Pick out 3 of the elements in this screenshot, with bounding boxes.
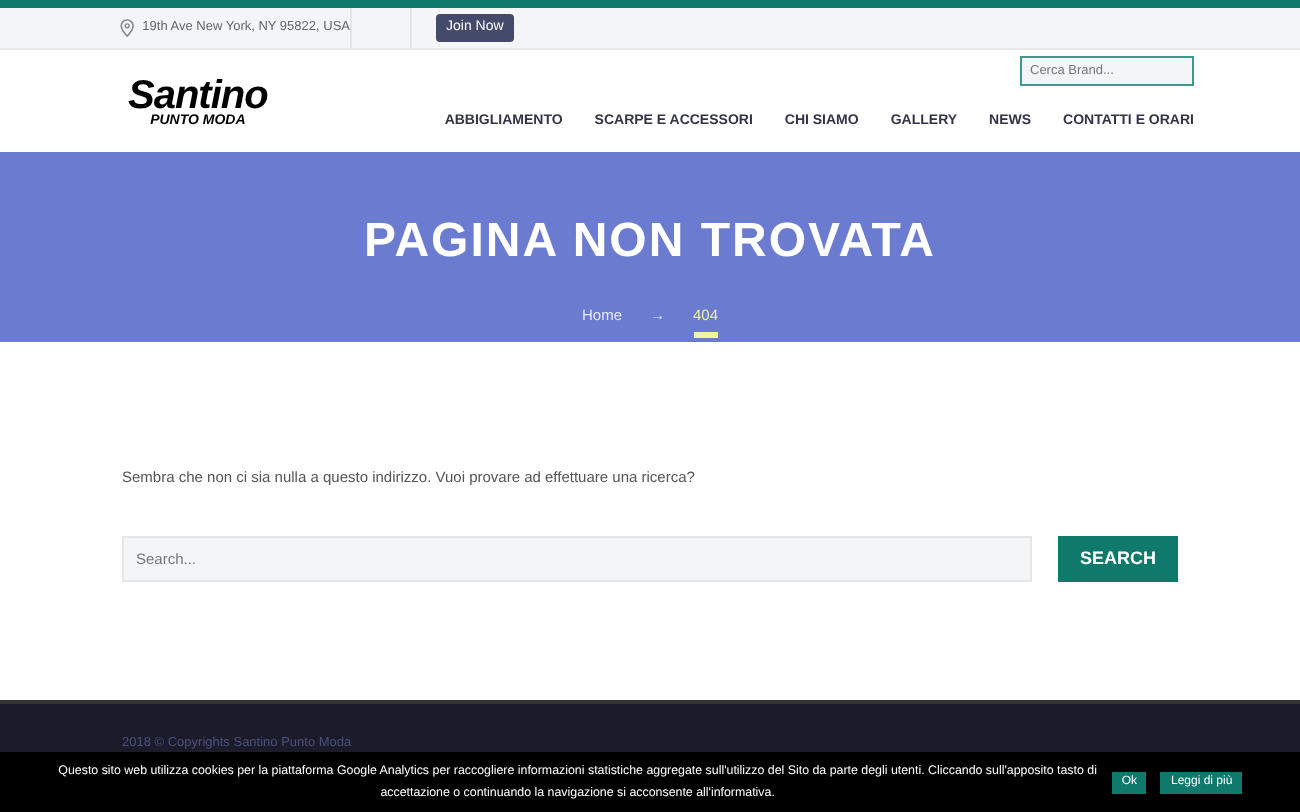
location-pin-icon xyxy=(120,18,135,38)
search-button[interactable]: SEARCH xyxy=(1058,536,1178,583)
page-title: PAGINA NON TROVATA xyxy=(364,218,936,266)
